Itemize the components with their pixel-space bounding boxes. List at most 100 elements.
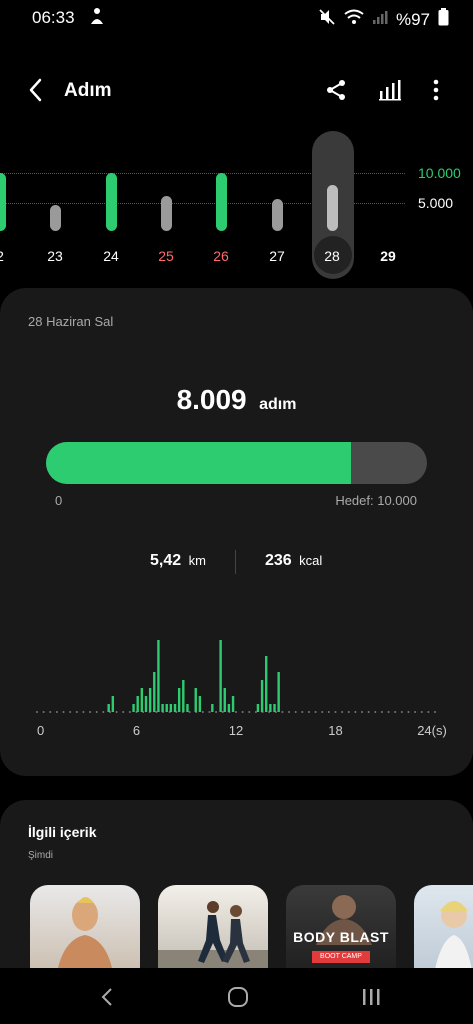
battery-percent: %97 (395, 9, 430, 29)
baseline-dot (420, 711, 423, 713)
hour-bar (277, 672, 280, 712)
day-label-28[interactable]: 28 (317, 248, 347, 264)
related-title: İlgili içerik (28, 824, 97, 840)
baseline-dot (427, 711, 430, 713)
baseline-dot (89, 711, 92, 713)
baseline-dot (394, 711, 397, 713)
baseline-dot (36, 711, 38, 713)
notification-icon (88, 6, 106, 31)
baseline-dot (155, 711, 158, 713)
nav-recents-button[interactable] (356, 982, 386, 1012)
calories-stat: 236 kcal (265, 552, 322, 570)
baseline-dot (400, 711, 403, 713)
body-blast-sublabel: BOOT CAMP (312, 951, 370, 963)
baseline-dot (75, 711, 78, 713)
hour-bar (107, 704, 110, 712)
day-label-2[interactable]: 2 (0, 248, 15, 264)
hour-bar (265, 656, 268, 712)
status-bar: 06:33 %97 (0, 0, 473, 36)
day-label-27[interactable]: 27 (262, 248, 292, 264)
baseline-dot (122, 711, 125, 713)
baseline-dot (387, 711, 390, 713)
baseline-dot (327, 711, 330, 713)
calories-value: 236 (265, 552, 292, 569)
day-bar-27[interactable] (271, 199, 283, 231)
baseline-dot (301, 711, 304, 713)
nav-recents-icon (363, 989, 380, 1005)
more-options-button[interactable] (420, 74, 452, 106)
hour-bar (111, 696, 115, 712)
share-button[interactable] (320, 74, 352, 106)
baseline-dot (95, 711, 98, 713)
step-count-value: 8.009 (176, 384, 247, 415)
step-count-unit: adım (259, 396, 297, 413)
day-label-25[interactable]: 25 (151, 248, 181, 264)
baseline-dot (115, 711, 118, 713)
more-vertical-icon (433, 79, 439, 101)
goal-label: Hedef: 10.000 (335, 493, 417, 508)
baseline-dot (201, 711, 204, 713)
hour-bar (194, 688, 197, 712)
day-label-23[interactable]: 23 (40, 248, 70, 264)
baseline-dot (380, 711, 383, 713)
nav-home-icon (228, 987, 248, 1007)
baseline-dot (254, 711, 257, 713)
system-navigation-bar (0, 968, 473, 1024)
day-bar-23[interactable] (49, 204, 61, 231)
baseline-dot (407, 711, 410, 713)
page-title: Adım (64, 80, 112, 101)
hour-bar (144, 696, 148, 712)
baseline-dot (361, 711, 364, 713)
hour-bar (273, 704, 276, 712)
x-tick-label: 12 (229, 723, 243, 738)
hour-bar (231, 696, 235, 712)
body-blast-title: BODY BLAST (293, 929, 389, 945)
hour-bar (148, 688, 152, 712)
progress-bar (46, 442, 427, 484)
hourly-steps-chart: 0 6 12 18 24(s) (36, 640, 447, 738)
signal-icon (372, 9, 388, 30)
day-bar-25[interactable] (160, 196, 172, 231)
day-label-26[interactable]: 26 (206, 248, 236, 264)
x-tick-label: 24(s) (417, 723, 447, 738)
ref-label-5000: 5.000 (418, 195, 454, 211)
baseline-dot (341, 711, 344, 713)
baseline-dot (248, 711, 251, 713)
day-bar-24[interactable] (105, 173, 117, 231)
baseline-dot (82, 711, 85, 713)
summary-card: 28 Haziran Sal 8.009 adım 0 Hedef: 10.00… (0, 288, 473, 776)
day-label-29[interactable]: 29 (373, 248, 403, 264)
status-right: %97 (318, 8, 449, 31)
x-tick-label: 18 (328, 723, 342, 738)
hour-bar (223, 688, 226, 712)
baseline-dot (62, 711, 65, 713)
day-bar-26[interactable] (215, 173, 227, 231)
day-bar-2[interactable] (0, 173, 6, 231)
hour-bar (132, 704, 135, 712)
nav-home-button[interactable] (223, 982, 253, 1012)
hour-bar (169, 704, 173, 712)
baseline-dot (49, 711, 52, 713)
hour-bar (153, 672, 156, 712)
hour-bar (256, 704, 260, 712)
battery-icon (438, 8, 449, 31)
hour-bar (227, 704, 231, 712)
hour-bar (269, 704, 272, 712)
baseline-dot (334, 711, 337, 713)
day-bar-28[interactable] (326, 184, 338, 231)
hour-bar (157, 640, 160, 712)
baseline-dot (414, 711, 417, 713)
baseline-dot (367, 711, 370, 713)
mute-icon (318, 8, 336, 31)
x-tick-label: 0 (37, 723, 44, 738)
hour-bar (198, 696, 202, 712)
bar-chart-icon (379, 80, 401, 101)
day-label-24[interactable]: 24 (96, 248, 126, 264)
baseline-dot (55, 711, 58, 713)
stats-button[interactable] (374, 74, 406, 106)
nav-back-icon (101, 988, 112, 1006)
back-button[interactable] (20, 74, 52, 106)
hour-bar (173, 704, 177, 712)
nav-back-button[interactable] (92, 982, 122, 1012)
baseline-dot (241, 711, 244, 713)
